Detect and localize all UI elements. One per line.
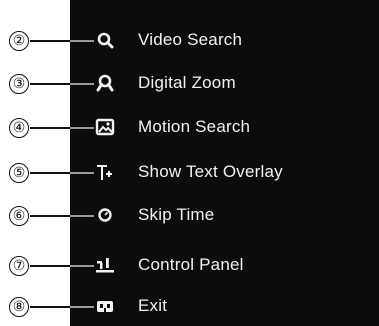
menu-item-label: Video Search [138, 30, 243, 49]
callout-number-2: ② [9, 31, 29, 51]
menu-item-video-search[interactable]: Video Search [93, 28, 363, 55]
annotated-menu-figure: ② Video Search ③ Digital Zoom ④ Motion S… [0, 0, 379, 326]
callout-number-6: ⑥ [9, 206, 29, 226]
callout-line [30, 265, 94, 267]
callout-number-3: ③ [9, 74, 29, 94]
callout-line [30, 215, 94, 217]
callout-line [30, 40, 94, 42]
callout-number-8: ⑧ [9, 297, 29, 317]
menu-row-show-text-overlay: ⑤ Show Text Overlay [0, 160, 379, 190]
menu-row-digital-zoom: ③ Digital Zoom [0, 71, 379, 101]
menu-item-label: Skip Time [138, 205, 215, 224]
menu-item-skip-time[interactable]: Skip Time [93, 203, 363, 230]
menu-item-exit[interactable]: Exit [93, 294, 363, 321]
callout-line [30, 83, 94, 85]
menu-row-exit: ⑧ Exit [0, 294, 379, 324]
motion-search-icon [93, 117, 119, 139]
digital-zoom-icon [93, 73, 119, 95]
text-overlay-icon [93, 162, 119, 184]
control-panel-icon [93, 255, 119, 277]
menu-item-control-panel[interactable]: Control Panel [93, 253, 363, 280]
callout-line [30, 127, 94, 129]
callout-number-5: ⑤ [9, 163, 29, 183]
callout-number-7: ⑦ [9, 256, 29, 276]
search-icon [93, 30, 119, 52]
menu-item-label: Show Text Overlay [138, 162, 283, 181]
callout-line [30, 306, 94, 308]
menu-row-motion-search: ④ Motion Search [0, 115, 379, 145]
callout-number-4: ④ [9, 118, 29, 138]
skip-time-icon [93, 205, 119, 227]
menu-item-label: Control Panel [138, 255, 244, 274]
menu-item-label: Motion Search [138, 117, 251, 136]
menu-item-label: Digital Zoom [138, 73, 236, 92]
menu-row-video-search: ② Video Search [0, 28, 379, 58]
menu-item-label: Exit [138, 296, 168, 315]
exit-icon [93, 296, 119, 318]
menu-row-control-panel: ⑦ Control Panel [0, 253, 379, 283]
menu-item-digital-zoom[interactable]: Digital Zoom [93, 71, 363, 98]
callout-line [30, 172, 94, 174]
menu-row-skip-time: ⑥ Skip Time [0, 203, 379, 233]
menu-item-motion-search[interactable]: Motion Search [93, 115, 363, 142]
menu-item-show-text-overlay[interactable]: Show Text Overlay [93, 160, 363, 187]
